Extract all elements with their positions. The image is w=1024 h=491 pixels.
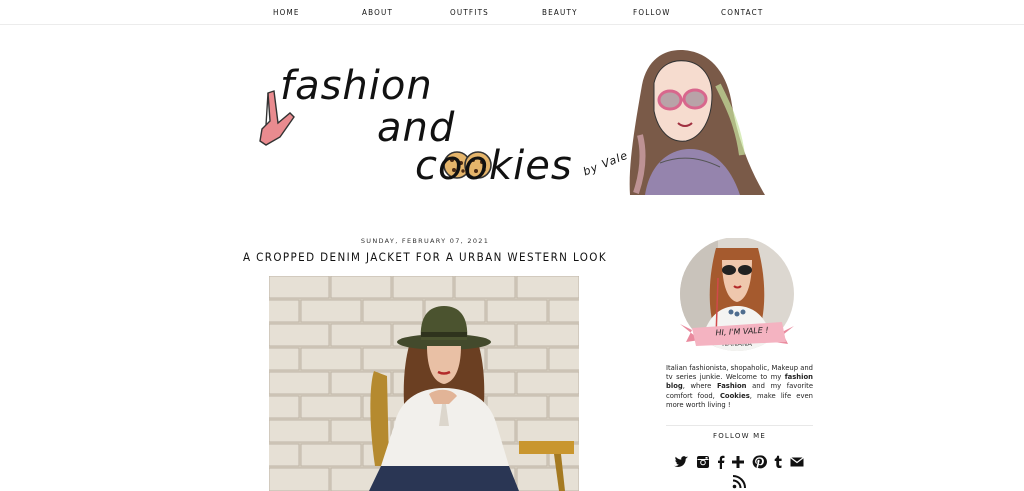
nav-contact[interactable]: CONTACT [721,8,763,17]
google-plus-icon[interactable] [730,454,746,470]
nav-outfits[interactable]: OUTFITS [450,8,489,17]
rss-icon[interactable] [731,474,747,490]
twitter-icon[interactable] [673,454,689,470]
sidebar-divider [666,425,813,426]
blog-header[interactable]: fashion and cookies by Vale [250,45,780,195]
post-title[interactable]: A CROPPED DENIM JACKET FOR A URBAN WESTE… [240,250,610,264]
avatar-illustration: NANANA NANANA [680,238,794,351]
top-navigation: HOME ABOUT OUTFITS BEAUTY FOLLOW CONTACT [0,0,1024,25]
nav-about[interactable]: ABOUT [362,8,393,17]
nav-home[interactable]: HOME [273,8,300,17]
tumblr-icon[interactable] [770,454,786,470]
post-image[interactable] [269,276,579,491]
logo-text-fashion: fashion [280,63,433,109]
logo-text-cookies: cookies [415,143,573,189]
instagram-icon[interactable] [695,454,711,470]
about-bold-fashion: Fashion [716,382,747,391]
post-photo-illustration [269,276,579,491]
pinterest-icon[interactable] [751,454,767,470]
about-text: Italian fashionista, shopaholic, Makeup … [666,364,813,410]
nav-beauty[interactable]: BEAUTY [542,8,578,17]
post-date: SUNDAY, FEBRUARY 07, 2021 [360,237,490,245]
author-avatar[interactable]: NANANA NANANA HI, I'M VALE ! [678,238,796,356]
about-text-part: , where [682,382,717,391]
illustrated-portrait [629,50,765,195]
about-bold-cookies: Cookies [719,391,750,400]
facebook-icon[interactable] [713,454,729,470]
email-icon[interactable] [789,454,805,470]
nav-follow[interactable]: FOLLOW [633,8,671,17]
follow-me-title: FOLLOW ME [712,432,766,440]
